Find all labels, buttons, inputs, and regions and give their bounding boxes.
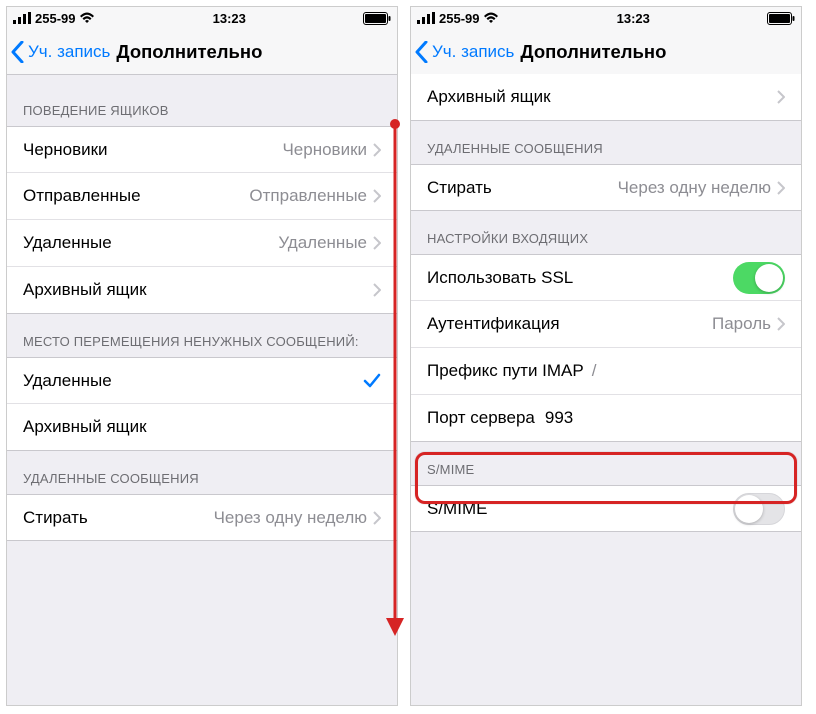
option-deleted[interactable]: Удаленные <box>7 357 397 404</box>
chevron-right-icon <box>373 236 381 250</box>
cell-auth[interactable]: Аутентификация Пароль <box>411 301 801 348</box>
chevron-right-icon <box>373 189 381 203</box>
wifi-icon <box>483 12 499 24</box>
cell-label: Черновики <box>23 140 108 160</box>
cell-value: Через одну неделю <box>88 508 371 528</box>
chevron-right-icon <box>777 181 785 195</box>
cell-label: Архивный ящик <box>427 87 551 107</box>
cell-deleted[interactable]: Удаленные Удаленные <box>7 220 397 267</box>
smime-toggle[interactable] <box>733 493 785 525</box>
nav-bar: Уч. запись Дополнительно <box>411 29 801 75</box>
phone-left: 255-99 13:23 Уч. запись Дополнительно ПО… <box>6 6 398 706</box>
cell-value: / <box>584 361 601 381</box>
chevron-right-icon <box>373 283 381 297</box>
wifi-icon <box>79 12 95 24</box>
section-header-incoming: НАСТРОЙКИ ВХОДЯЩИХ <box>411 211 801 254</box>
checkmark-icon <box>363 373 381 389</box>
cell-server-port[interactable]: Порт сервера 993 <box>411 395 801 442</box>
chevron-left-icon <box>415 41 428 63</box>
ssl-toggle[interactable] <box>733 262 785 294</box>
cell-label: Архивный ящик <box>23 280 147 300</box>
cell-label: Аутентификация <box>427 314 560 334</box>
nav-title: Дополнительно <box>116 41 262 63</box>
cell-erase[interactable]: Стирать Через одну неделю <box>411 164 801 211</box>
cell-value: Удаленные <box>112 233 371 253</box>
cell-value: Отправленные <box>141 186 371 206</box>
chevron-right-icon <box>777 90 785 104</box>
back-button[interactable]: Уч. запись <box>11 41 110 63</box>
cell-imap-prefix[interactable]: Префикс пути IMAP / <box>411 348 801 395</box>
back-label: Уч. запись <box>28 42 110 62</box>
cell-label: Отправленные <box>23 186 141 206</box>
cell-label: Архивный ящик <box>23 417 147 437</box>
cell-label: Стирать <box>23 508 88 528</box>
carrier-text: 255-99 <box>439 11 479 26</box>
cell-label: S/MIME <box>427 499 487 519</box>
cell-label: Порт сервера <box>427 408 535 428</box>
cell-erase[interactable]: Стирать Через одну неделю <box>7 494 397 541</box>
chevron-left-icon <box>11 41 24 63</box>
chevron-right-icon <box>373 511 381 525</box>
back-button[interactable]: Уч. запись <box>415 41 514 63</box>
cell-archive[interactable]: Архивный ящик <box>411 74 801 121</box>
cell-value: 993 <box>535 408 573 428</box>
signal-icon <box>13 12 31 24</box>
cell-smime[interactable]: S/MIME <box>411 485 801 532</box>
chevron-right-icon <box>373 143 381 157</box>
cell-value: Через одну неделю <box>492 178 775 198</box>
battery-icon <box>363 12 391 25</box>
section-header-deleted-msgs: УДАЛЕННЫЕ СООБЩЕНИЯ <box>7 451 397 494</box>
cell-drafts[interactable]: Черновики Черновики <box>7 126 397 173</box>
section-header-smime: S/MIME <box>411 442 801 485</box>
cell-label: Префикс пути IMAP <box>427 361 584 381</box>
cell-label: Использовать SSL <box>427 268 573 288</box>
cell-value: Черновики <box>108 140 371 160</box>
cell-label: Стирать <box>427 178 492 198</box>
section-header-deleted-msgs: УДАЛЕННЫЕ СООБЩЕНИЯ <box>411 121 801 164</box>
battery-icon <box>767 12 795 25</box>
cell-ssl[interactable]: Использовать SSL <box>411 254 801 301</box>
signal-icon <box>417 12 435 24</box>
cell-value: Пароль <box>560 314 775 334</box>
section-header-move: МЕСТО ПЕРЕМЕЩЕНИЯ НЕНУЖНЫХ СООБЩЕНИЙ: <box>7 314 397 357</box>
time-text: 13:23 <box>213 11 246 26</box>
status-bar: 255-99 13:23 <box>7 7 397 29</box>
time-text: 13:23 <box>617 11 650 26</box>
nav-bar: Уч. запись Дополнительно <box>7 29 397 75</box>
status-bar: 255-99 13:23 <box>411 7 801 29</box>
cell-archive[interactable]: Архивный ящик <box>7 267 397 314</box>
nav-title: Дополнительно <box>520 41 666 63</box>
option-archive[interactable]: Архивный ящик <box>7 404 397 451</box>
cell-sent[interactable]: Отправленные Отправленные <box>7 173 397 220</box>
phone-right: 255-99 13:23 Уч. запись Дополнительно Ар… <box>410 6 802 706</box>
chevron-right-icon <box>777 317 785 331</box>
back-label: Уч. запись <box>432 42 514 62</box>
section-header-mailbox: ПОВЕДЕНИЕ ЯЩИКОВ <box>7 75 397 126</box>
carrier-text: 255-99 <box>35 11 75 26</box>
cell-label: Удаленные <box>23 233 112 253</box>
cell-label: Удаленные <box>23 371 112 391</box>
